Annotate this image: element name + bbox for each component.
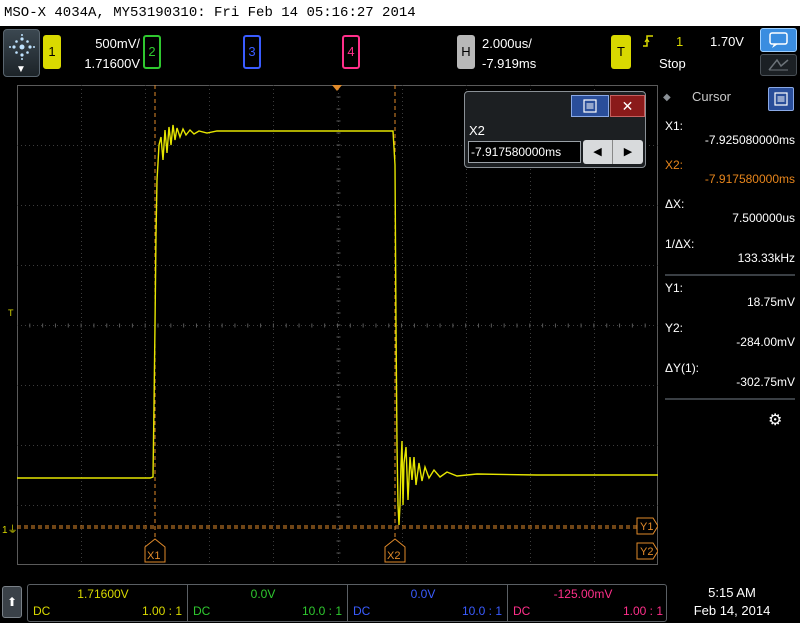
- cursor-panel: ◆ Cursor X1: -7.925080000ms X2: -7.91758…: [660, 84, 800, 579]
- y1-cursor-label: Y1: [640, 521, 653, 533]
- channel-1-button[interactable]: 1: [43, 35, 61, 69]
- ground-icon: ⏚: [7, 525, 18, 536]
- channel-1-offset-value: 1.71600V: [77, 587, 129, 601]
- delta-y-value: -302.75mV: [736, 375, 795, 389]
- chevron-left-icon[interactable]: ◀: [583, 140, 613, 164]
- x1-readout: X1: -7.925080000ms: [665, 119, 795, 147]
- channel-3-coupling: DC: [353, 604, 371, 618]
- delta-y-label: ΔY(1):: [665, 361, 700, 375]
- channel-1-summary[interactable]: 1.71600V DC 1.00 : 1: [28, 585, 188, 621]
- channel-1-probe: 1.00 : 1: [141, 604, 182, 618]
- delta-y-readout: ΔY(1): -302.75mV: [665, 361, 795, 389]
- channel-4-probe: 1.00 : 1: [622, 604, 663, 618]
- main-menu-button[interactable]: ▼: [3, 29, 40, 77]
- window-title: MSO-X 4034A, MY53190310: Fri Feb 14 05:1…: [0, 0, 800, 26]
- delta-x-value: 7.500000us: [732, 211, 795, 225]
- channel-2-coupling: DC: [193, 604, 211, 618]
- inverse-delta-x-readout: 1/ΔX: 133.33kHz: [665, 237, 795, 265]
- cursor-panel-title: Cursor: [692, 89, 732, 104]
- y1-label: Y1:: [665, 281, 684, 295]
- cursor-panel-tab[interactable]: ◆ Cursor: [660, 84, 800, 112]
- channel-summary: 1.71600V DC 1.00 : 1 0.0V DC 10.0 : 1 0.…: [27, 584, 667, 622]
- up-arrow-icon: ⬆: [6, 595, 18, 609]
- y2-cursor-label: Y2: [640, 546, 653, 558]
- channel-4-offset-value: -125.00mV: [553, 587, 613, 601]
- channel-status-bar: ⬆ 1.71600V DC 1.00 : 1 0.0V DC 10.0 : 1 …: [0, 581, 800, 623]
- panel-divider: [665, 274, 795, 276]
- up-arrow-button[interactable]: ⬆: [2, 586, 22, 618]
- channel-3-probe: 10.0 : 1: [461, 604, 502, 618]
- chevron-right-icon[interactable]: ▶: [613, 140, 643, 164]
- x2-readout: X2: -7.917580000ms: [665, 158, 795, 186]
- menu-icon: [583, 99, 597, 113]
- cursor-popup-label: X2: [469, 123, 485, 138]
- inverse-delta-x-value: 133.33kHz: [737, 251, 795, 265]
- horizontal-button[interactable]: H: [457, 35, 475, 69]
- clock-time: 5:15 AM: [708, 585, 756, 600]
- x2-cursor-label: X2: [387, 550, 400, 562]
- control-strip: ▼ 1 500mV/ 1.71600V 2 3 4 H 2.000us/ -7.…: [0, 26, 800, 83]
- cursor-spinner: ◀ ▶: [583, 140, 643, 164]
- horizontal-scale: 2.000us/: [482, 36, 532, 51]
- cursor-popup: ✕ X2 -7.917580000ms ◀ ▶: [464, 91, 646, 168]
- rising-edge-icon: [642, 34, 654, 51]
- trigger-source: 1: [676, 34, 684, 49]
- delta-x-readout: ΔX: 7.500000us: [665, 197, 795, 225]
- touch-arrow-button[interactable]: [760, 54, 797, 76]
- trigger-level: 1.70V: [710, 34, 744, 49]
- close-icon[interactable]: ✕: [610, 95, 645, 117]
- popup-header: ✕: [571, 95, 645, 117]
- message-icon: [769, 32, 788, 48]
- acquisition-status: Stop: [659, 56, 686, 71]
- x2-value: -7.917580000ms: [704, 172, 795, 186]
- trigger-button[interactable]: T: [611, 35, 631, 69]
- channel-3-button[interactable]: 3: [243, 35, 261, 69]
- channel-2-summary[interactable]: 0.0V DC 10.0 : 1: [188, 585, 348, 621]
- message-button[interactable]: [760, 28, 797, 52]
- inverse-delta-x-label: 1/ΔX:: [665, 237, 695, 251]
- chevron-up-icon[interactable]: ◆: [663, 92, 671, 103]
- x1-label: X1:: [665, 119, 684, 133]
- channel-1-scale: 500mV/: [95, 36, 140, 51]
- channel-1-settings[interactable]: 500mV/ 1.71600V: [62, 34, 140, 74]
- cursor-value-field[interactable]: -7.917580000ms: [468, 141, 581, 163]
- channel-1-coupling: DC: [33, 604, 51, 618]
- channel-3-offset-value: 0.0V: [410, 587, 436, 601]
- panel-menu-button[interactable]: [768, 87, 794, 111]
- channel-2-button[interactable]: 2: [143, 35, 161, 69]
- arrow-icon: [768, 58, 789, 71]
- delta-x-label: ΔX:: [665, 197, 685, 211]
- clock: 5:15 AM Feb 14, 2014: [676, 584, 788, 620]
- channel-4-button[interactable]: 4: [342, 35, 360, 69]
- channel-2-offset-value: 0.0V: [250, 587, 276, 601]
- x1-value: -7.925080000ms: [704, 133, 795, 147]
- chevron-down-icon: ▼: [16, 64, 26, 75]
- x1-cursor-label: X1: [147, 550, 160, 562]
- channel-4-coupling: DC: [513, 604, 531, 618]
- popup-menu-button[interactable]: [571, 95, 609, 117]
- x2-label: X2:: [665, 158, 684, 172]
- y2-value: -284.00mV: [736, 335, 795, 349]
- y1-value: 18.75mV: [746, 295, 795, 309]
- horizontal-settings[interactable]: 2.000us/ -7.919ms: [482, 34, 536, 74]
- channel-1-offset: 1.71600V: [84, 56, 140, 71]
- y1-readout: Y1: 18.75mV: [665, 281, 795, 309]
- channel-2-probe: 10.0 : 1: [301, 604, 342, 618]
- y2-label: Y2:: [665, 321, 684, 335]
- menu-icon: [774, 92, 788, 106]
- horizontal-position: -7.919ms: [482, 56, 537, 71]
- channel-1-ground-marker: 1⏚: [2, 521, 18, 536]
- panel-divider: [665, 398, 795, 400]
- trigger-level-marker: T: [8, 308, 14, 318]
- keysight-logo-icon: [9, 34, 35, 60]
- gear-icon[interactable]: ⚙: [768, 410, 782, 430]
- clock-date: Feb 14, 2014: [693, 603, 771, 618]
- channel-4-summary[interactable]: -125.00mV DC 1.00 : 1: [508, 585, 668, 621]
- trigger-position-marker: [332, 85, 342, 91]
- channel-3-summary[interactable]: 0.0V DC 10.0 : 1: [348, 585, 508, 621]
- y2-readout: Y2: -284.00mV: [665, 321, 795, 349]
